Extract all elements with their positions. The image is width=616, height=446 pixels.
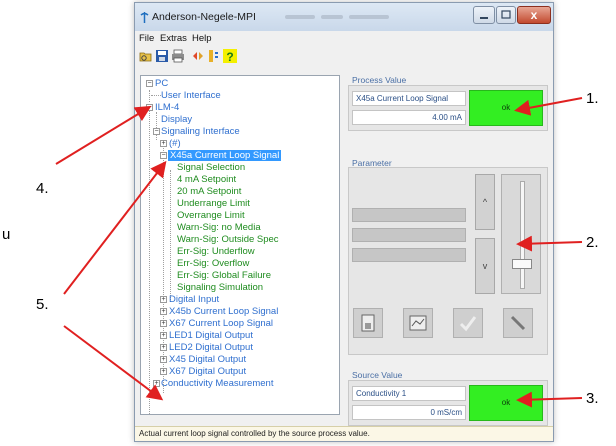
annotation-1: 1. bbox=[586, 90, 599, 107]
arrow-5a bbox=[63, 160, 167, 295]
arrow-1 bbox=[514, 97, 583, 116]
annotation-arrows bbox=[55, 97, 583, 408]
annotation-3: 3. bbox=[586, 390, 599, 407]
annotation-4: 4. bbox=[36, 180, 49, 197]
arrow-3 bbox=[516, 391, 583, 408]
annotation-stray: u bbox=[2, 226, 11, 243]
annotation-2: 2. bbox=[586, 234, 599, 251]
arrow-2 bbox=[516, 235, 583, 252]
annotation-5: 5. bbox=[36, 296, 49, 313]
arrow-5b bbox=[63, 325, 164, 401]
arrow-4 bbox=[55, 105, 152, 165]
